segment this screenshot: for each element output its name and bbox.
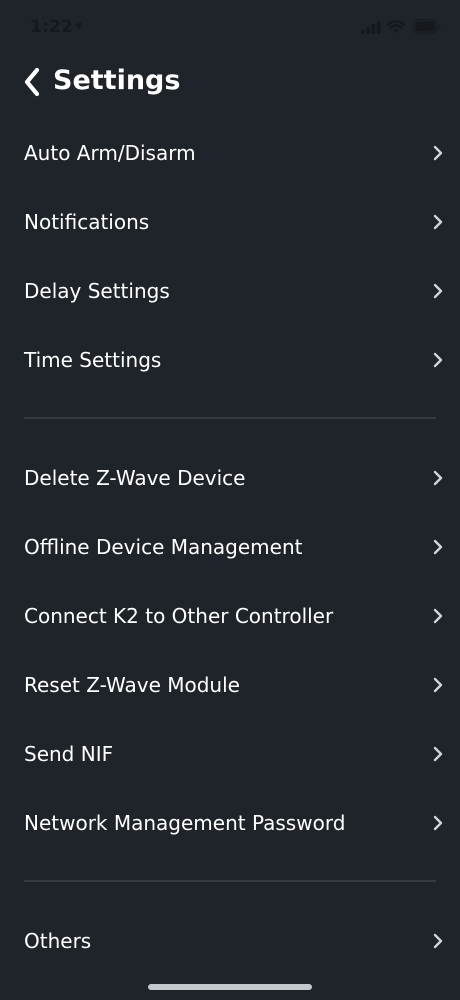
menu-item-connect-k2-to-other-controller[interactable]: Connect K2 to Other Controller (0, 581, 460, 650)
menu-item-offline-device-management[interactable]: Offline Device Management (0, 512, 460, 581)
chevron-right-icon (433, 815, 443, 830)
status-time: 1:22 (30, 17, 74, 37)
menu-item-label: Reset Z-Wave Module (24, 672, 240, 697)
menu-item-label: Send NIF (24, 741, 114, 766)
home-indicator[interactable] (148, 984, 312, 990)
section-divider (24, 880, 436, 882)
chevron-right-icon (433, 933, 443, 948)
menu-item-delete-z-wave-device[interactable]: Delete Z-Wave Device (0, 443, 460, 512)
menu-item-label: Delay Settings (24, 278, 170, 303)
chevron-right-icon (433, 746, 443, 761)
chevron-right-icon (433, 352, 443, 367)
menu-item-notifications[interactable]: Notifications (0, 187, 460, 256)
menu-item-label: Auto Arm/Disarm (24, 140, 196, 165)
section-divider (24, 417, 436, 419)
menu-item-label: Delete Z-Wave Device (24, 465, 246, 490)
chevron-right-icon (433, 677, 443, 692)
menu-item-label: Offline Device Management (24, 534, 303, 559)
menu-item-label: Connect K2 to Other Controller (24, 603, 334, 628)
location-arrow-icon (73, 21, 83, 31)
chevron-right-icon (433, 214, 443, 229)
menu-item-delay-settings[interactable]: Delay Settings (0, 256, 460, 325)
menu-item-others[interactable]: Others (0, 906, 460, 975)
menu-item-label: Notifications (24, 209, 150, 234)
menu-item-send-nif[interactable]: Send NIF (0, 719, 460, 788)
wifi-icon (387, 20, 405, 33)
battery-icon (413, 19, 441, 34)
menu-item-auto-arm-disarm[interactable]: Auto Arm/Disarm (0, 118, 460, 187)
status-bar: 1:22 (0, 0, 460, 56)
back-button[interactable] (14, 62, 50, 102)
menu-item-network-management-password[interactable]: Network Management Password (0, 788, 460, 857)
cellular-signal-icon (361, 21, 381, 34)
navigation-header: Settings (0, 56, 460, 108)
menu-item-label: Time Settings (24, 347, 162, 372)
menu-item-label: Network Management Password (24, 810, 346, 835)
menu-item-reset-z-wave-module[interactable]: Reset Z-Wave Module (0, 650, 460, 719)
chevron-right-icon (433, 145, 443, 160)
page-title: Settings (53, 65, 181, 96)
chevron-right-icon (433, 539, 443, 554)
chevron-left-icon (24, 67, 40, 97)
chevron-right-icon (433, 283, 443, 298)
menu-item-label: Others (24, 928, 92, 953)
menu-item-time-settings[interactable]: Time Settings (0, 325, 460, 394)
chevron-right-icon (433, 608, 443, 623)
chevron-right-icon (433, 470, 443, 485)
